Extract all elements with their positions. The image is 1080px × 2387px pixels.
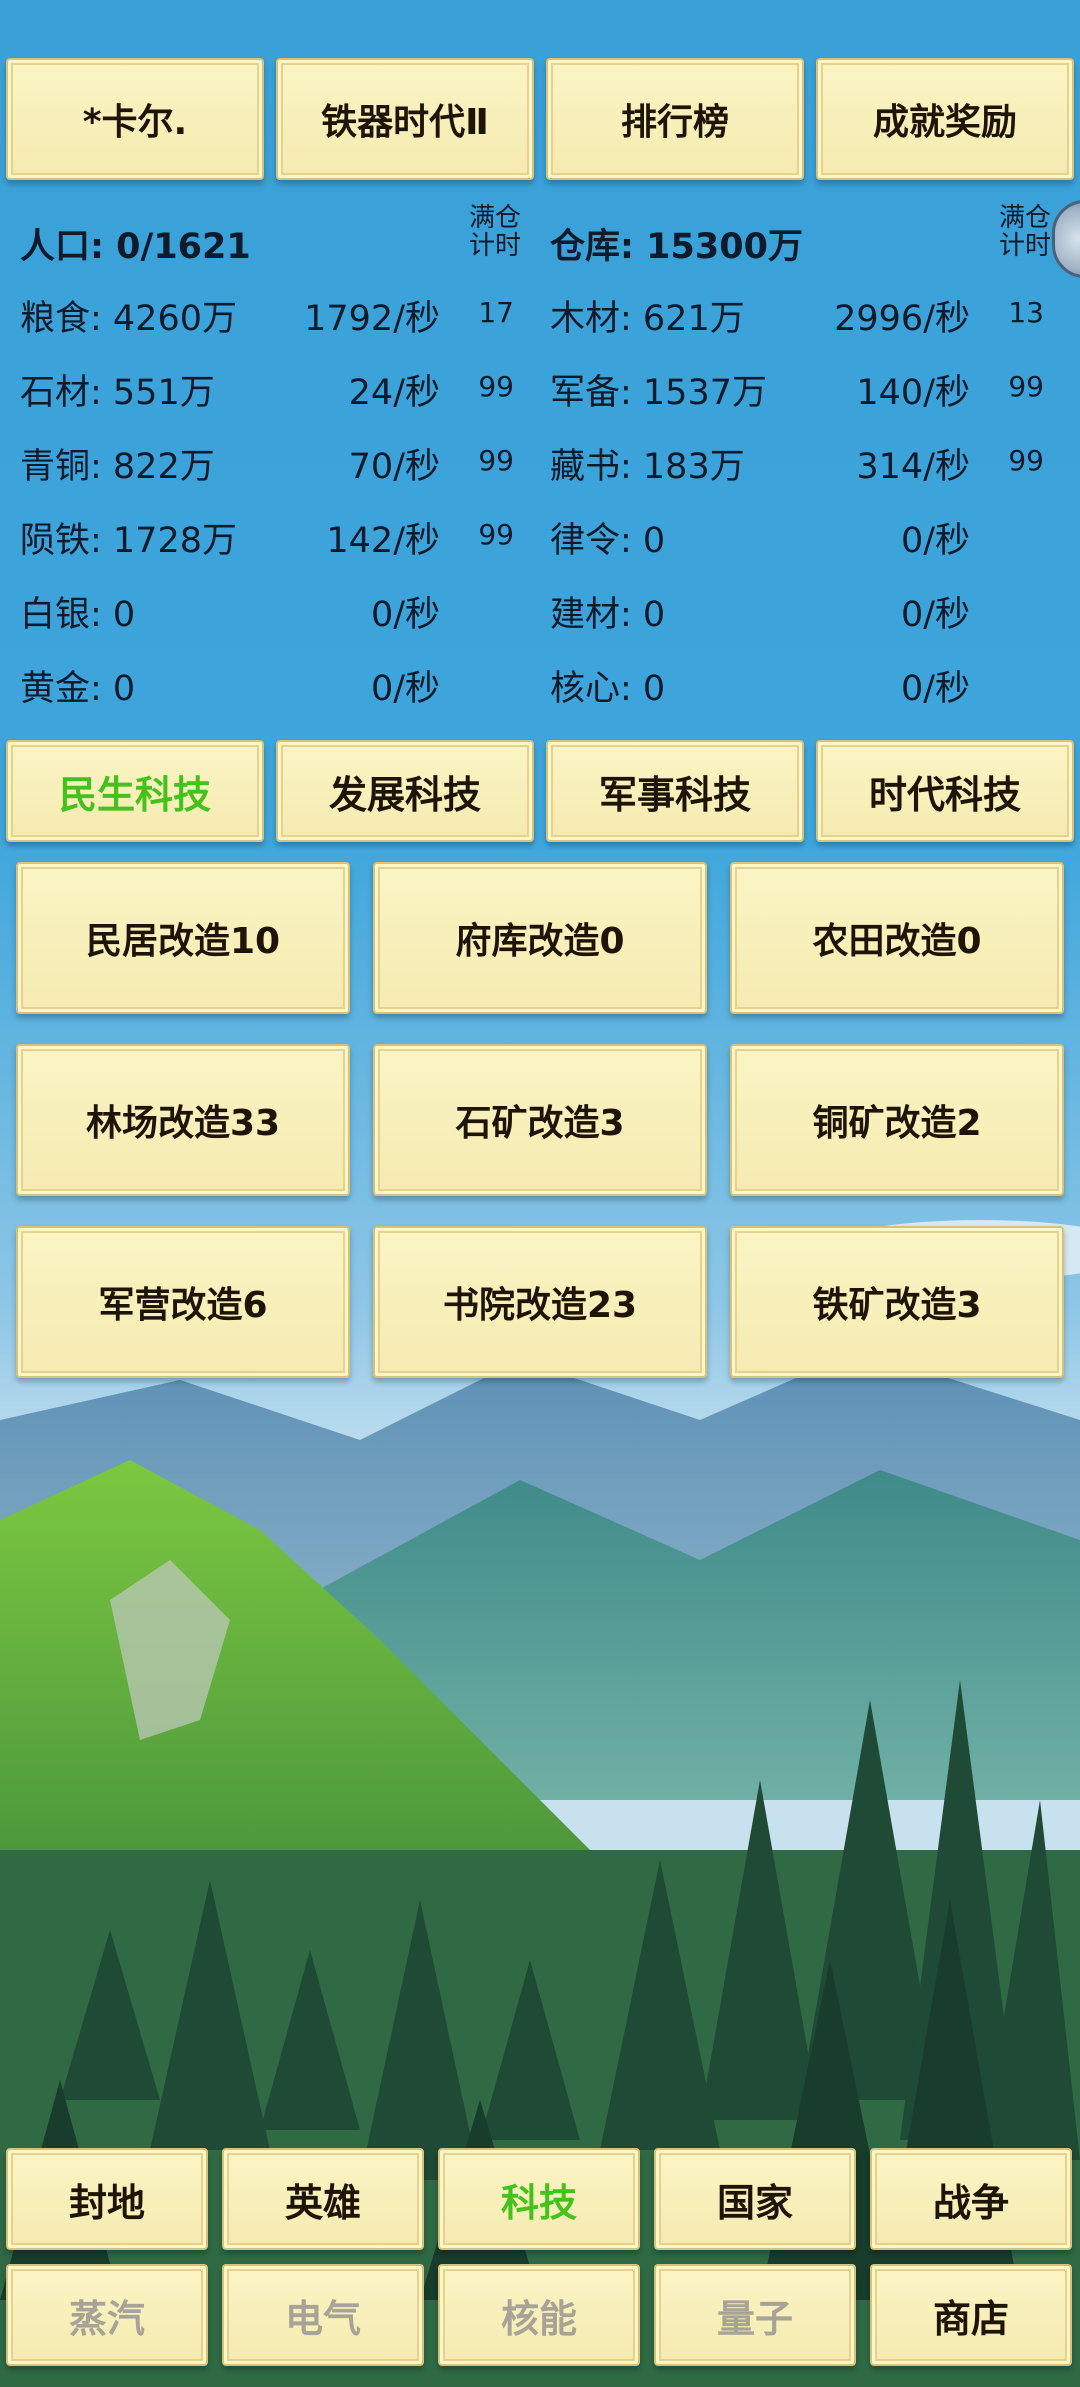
tech-lumberyard-upgrade[interactable]: 林场改造33	[16, 1044, 350, 1196]
resource-core-rate: 0/秒	[900, 669, 970, 709]
resource-armament-timer: 99	[1008, 370, 1044, 403]
tech-copper-mine-upgrade[interactable]: 铜矿改造2	[730, 1044, 1064, 1196]
tech-iron-mine-upgrade[interactable]: 铁矿改造3	[730, 1226, 1064, 1378]
nav-technology[interactable]: 科技	[438, 2148, 640, 2250]
nav-nuclear[interactable]: 核能	[438, 2264, 640, 2366]
tab-development-tech[interactable]: 发展科技	[276, 740, 534, 842]
resource-decree-rate: 0/秒	[900, 521, 970, 561]
nav-shop[interactable]: 商店	[870, 2264, 1072, 2366]
resource-silver-rate: 0/秒	[370, 595, 440, 635]
resource-books-rate: 314/秒	[856, 447, 970, 487]
nav-war[interactable]: 战争	[870, 2148, 1072, 2250]
resource-grain-timer: 17	[478, 296, 514, 329]
resource-armament-rate: 140/秒	[856, 373, 970, 413]
tech-farmland-upgrade[interactable]: 农田改造0	[730, 862, 1064, 1014]
resource-wood: 木材: 621万	[550, 299, 745, 339]
nav-steam[interactable]: 蒸汽	[6, 2264, 208, 2366]
full-timer-header-right: 满仓 计时	[998, 203, 1051, 261]
resource-core: 核心: 0	[550, 669, 666, 709]
resource-wood-timer: 13	[1008, 296, 1044, 329]
resource-gold-rate: 0/秒	[370, 669, 440, 709]
resource-grain-rate: 1792/秒	[304, 299, 440, 339]
tab-livelihood-tech[interactable]: 民生科技	[6, 740, 264, 842]
leaderboard-button[interactable]: 排行榜	[546, 58, 804, 180]
resource-gold: 黄金: 0	[20, 669, 136, 709]
player-name-button[interactable]: *卡尔.	[6, 58, 264, 180]
resource-silver: 白银: 0	[20, 595, 136, 635]
tech-treasury-upgrade[interactable]: 府库改造0	[373, 862, 707, 1014]
warehouse-label: 仓库: 15300万	[550, 227, 803, 267]
resource-bronze-timer: 99	[478, 444, 514, 477]
resource-building-material: 建材: 0	[550, 595, 666, 635]
resource-decree: 律令: 0	[550, 521, 666, 561]
resource-books-timer: 99	[1008, 444, 1044, 477]
nav-fief[interactable]: 封地	[6, 2148, 208, 2250]
nav-nation[interactable]: 国家	[654, 2148, 856, 2250]
resource-stone-timer: 99	[478, 370, 514, 403]
resource-meteoric-iron: 陨铁: 1728万	[20, 521, 237, 561]
population-label: 人口: 0/1621	[20, 227, 251, 267]
full-timer-header-left: 满仓 计时	[468, 203, 521, 261]
resource-grain: 粮食: 4260万	[20, 299, 237, 339]
resource-books: 藏书: 183万	[550, 447, 745, 487]
resource-wood-rate: 2996/秒	[834, 299, 970, 339]
tech-academy-upgrade[interactable]: 书院改造23	[373, 1226, 707, 1378]
resource-bronze: 青铜: 822万	[20, 447, 215, 487]
resource-bronze-rate: 70/秒	[348, 447, 440, 487]
resource-armament: 军备: 1537万	[550, 373, 767, 413]
tech-residence-upgrade[interactable]: 民居改造10	[16, 862, 350, 1014]
tab-military-tech[interactable]: 军事科技	[546, 740, 804, 842]
achievement-rewards-button[interactable]: 成就奖励	[816, 58, 1074, 180]
nav-quantum[interactable]: 量子	[654, 2264, 856, 2366]
nav-heroes[interactable]: 英雄	[222, 2148, 424, 2250]
nav-electric[interactable]: 电气	[222, 2264, 424, 2366]
tech-barracks-upgrade[interactable]: 军营改造6	[16, 1226, 350, 1378]
resource-meteoric-iron-rate: 142/秒	[326, 521, 440, 561]
resource-stone-rate: 24/秒	[348, 373, 440, 413]
era-button[interactable]: 铁器时代Ⅱ	[276, 58, 534, 180]
resource-building-material-rate: 0/秒	[900, 595, 970, 635]
tech-quarry-upgrade[interactable]: 石矿改造3	[373, 1044, 707, 1196]
tab-era-tech[interactable]: 时代科技	[816, 740, 1074, 842]
resource-meteoric-iron-timer: 99	[478, 518, 514, 551]
resource-stone: 石材: 551万	[20, 373, 215, 413]
